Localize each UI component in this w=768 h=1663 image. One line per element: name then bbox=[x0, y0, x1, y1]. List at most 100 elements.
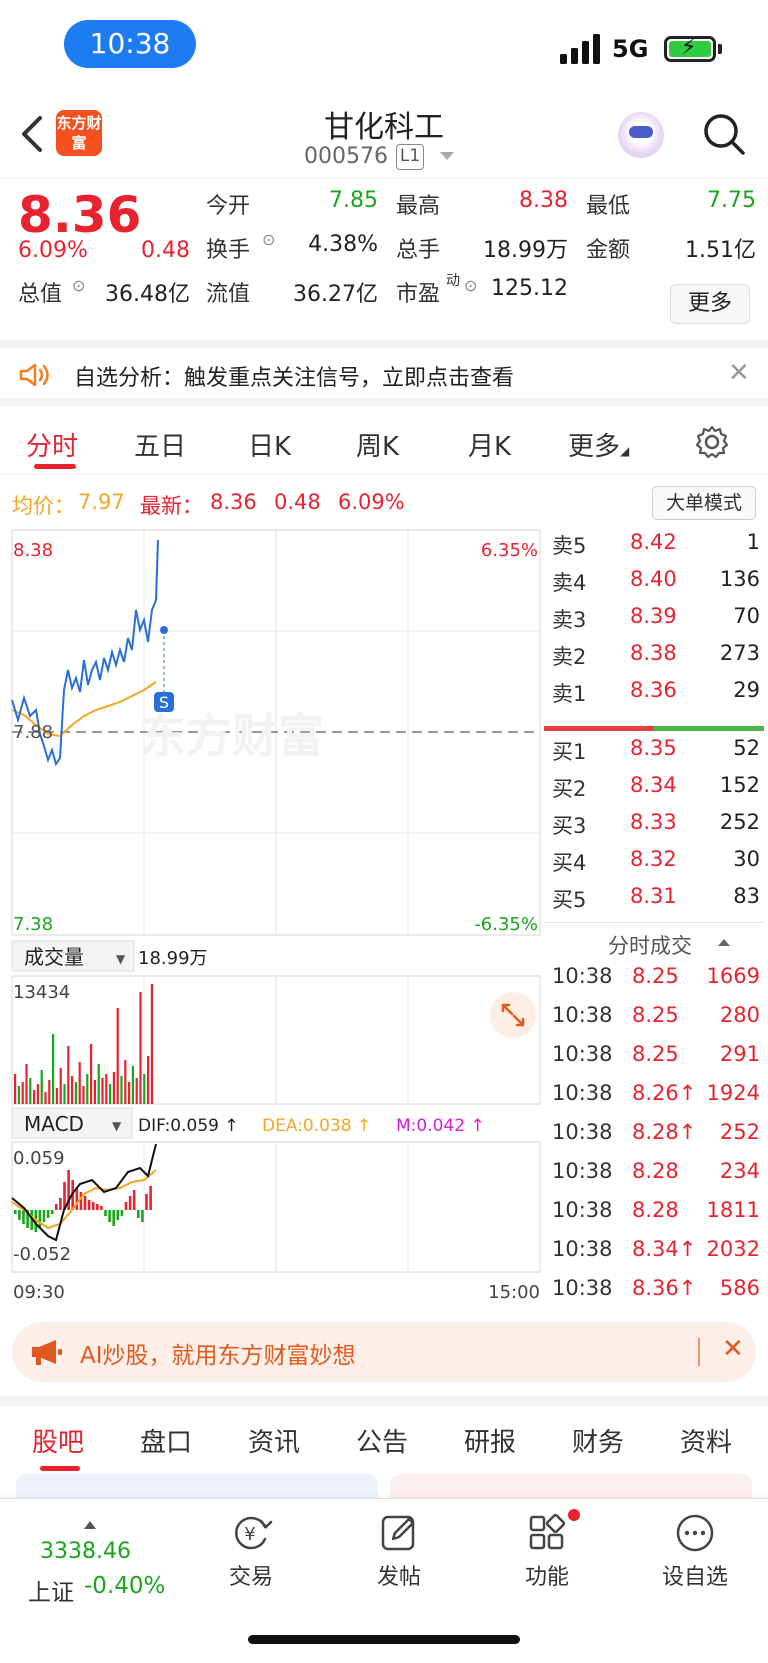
turnover-label: 换手 bbox=[206, 238, 251, 263]
section-tabs: 股吧 盘口 资讯 公告 研报 财务 资料 bbox=[0, 1396, 768, 1471]
tick-trades-title[interactable]: 分时成交 bbox=[608, 930, 692, 960]
volume-bar bbox=[93, 1080, 96, 1104]
big-order-mode-button[interactable]: 大单模式 bbox=[652, 486, 756, 520]
amount-value: 1.51亿 bbox=[685, 238, 756, 263]
peek-card[interactable] bbox=[16, 1474, 378, 1500]
macd-m: M:0.042 ↑ bbox=[396, 1116, 485, 1136]
chevron-up-icon[interactable] bbox=[84, 1521, 96, 1529]
volume-bar bbox=[21, 1082, 24, 1104]
orderbook-divider bbox=[544, 726, 764, 731]
info-icon[interactable]: ⊙ bbox=[72, 276, 85, 295]
nav-trade[interactable]: ¥ 交易 bbox=[196, 1513, 306, 1591]
macd-bar bbox=[120, 1210, 124, 1216]
index-name[interactable]: 上证 bbox=[28, 1573, 74, 1607]
expand-icon[interactable] bbox=[490, 992, 536, 1038]
tab-profile[interactable]: 资料 bbox=[680, 1422, 732, 1459]
status-time: 10:38 bbox=[64, 20, 196, 68]
ask-row: 卖2 8.38 273 bbox=[552, 641, 760, 669]
more-button[interactable]: 更多 bbox=[670, 284, 750, 324]
volume-selector-label: 成交量 bbox=[24, 945, 84, 969]
macd-dif: DIF:0.059 ↑ bbox=[138, 1116, 239, 1136]
index-value[interactable]: 3338.46 bbox=[40, 1539, 131, 1564]
signal-marker-text: S bbox=[159, 693, 169, 712]
chevron-up-icon[interactable] bbox=[718, 939, 730, 946]
macd-bar bbox=[14, 1210, 17, 1214]
volume-bar bbox=[124, 1060, 127, 1104]
change-amt: 0.48 bbox=[141, 238, 190, 263]
volume-bar bbox=[97, 1064, 100, 1104]
ask-row: 卖4 8.40 136 bbox=[552, 567, 760, 595]
avg-label: 均价： bbox=[12, 494, 75, 518]
close-icon[interactable]: ✕ bbox=[722, 1334, 744, 1364]
index-change-pct[interactable]: -0.40% bbox=[84, 1573, 165, 1599]
pe-value: 125.12 bbox=[491, 276, 568, 301]
volume-bar bbox=[116, 1008, 119, 1104]
volume-bar bbox=[150, 984, 153, 1104]
volume-bar bbox=[131, 1066, 134, 1104]
volume-bar bbox=[86, 1074, 89, 1104]
info-icon[interactable]: ⊙ bbox=[464, 276, 477, 295]
y-mid-label: 7.88 bbox=[13, 722, 53, 743]
battery-icon: ⚡ bbox=[664, 35, 716, 62]
nav-functions-label: 功能 bbox=[524, 1565, 569, 1590]
tab-financials[interactable]: 财务 bbox=[572, 1422, 624, 1459]
watermark: 东方财富 bbox=[140, 709, 324, 763]
nav-add-watchlist-label: 设自选 bbox=[661, 1565, 728, 1590]
open-value: 7.85 bbox=[329, 188, 378, 213]
search-icon[interactable] bbox=[700, 110, 748, 158]
tick-row: 10:38 8.36↑ 586 bbox=[552, 1276, 760, 1300]
latest-value: 8.36 bbox=[210, 490, 257, 514]
tab-five-day[interactable]: 五日 bbox=[134, 426, 186, 463]
volume-bar bbox=[14, 1074, 17, 1104]
notification-dot bbox=[568, 1509, 580, 1521]
nav-post[interactable]: 发帖 bbox=[344, 1513, 454, 1591]
time-start-label: 09:30 bbox=[13, 1282, 65, 1303]
time-end-label: 15:00 bbox=[488, 1282, 540, 1303]
tab-daily-k[interactable]: 日K bbox=[248, 426, 291, 463]
info-icon[interactable]: ⊙ bbox=[262, 230, 275, 249]
latest-change: 0.48 bbox=[274, 490, 321, 514]
chevron-down-icon[interactable] bbox=[440, 152, 454, 160]
settings-gear-icon[interactable] bbox=[694, 424, 730, 460]
tab-market-depth[interactable]: 盘口 bbox=[140, 1422, 192, 1459]
macd-bar bbox=[22, 1210, 25, 1224]
ai-banner[interactable]: AI炒股，就用东方财富妙想 ✕ bbox=[12, 1322, 756, 1382]
notice-bar[interactable]: 自选分析：触发重点关注信号，立即点击查看 ✕ bbox=[0, 340, 768, 406]
pe-label: 市盈 bbox=[396, 282, 441, 307]
latest-pct: 6.09% bbox=[338, 490, 405, 514]
close-icon[interactable]: ✕ bbox=[728, 358, 750, 388]
app-logo: 东方财富 bbox=[56, 110, 102, 156]
stock-code[interactable]: 000576 bbox=[304, 144, 388, 169]
ai-assistant-icon[interactable] bbox=[618, 112, 664, 158]
current-point bbox=[160, 626, 168, 634]
macd-bar bbox=[100, 1206, 103, 1210]
tab-monthly-k[interactable]: 月K bbox=[468, 426, 511, 463]
macd-bar bbox=[132, 1190, 136, 1210]
signal-icon bbox=[560, 34, 600, 64]
chevron-down-icon: ▼ bbox=[116, 952, 126, 966]
nav-add-watchlist[interactable]: 设自选 bbox=[640, 1513, 750, 1591]
macd-bar bbox=[128, 1196, 132, 1210]
tick-row: 10:38 8.28↑ 252 bbox=[552, 1120, 760, 1144]
nav-functions[interactable]: 功能 bbox=[492, 1513, 602, 1591]
back-icon[interactable] bbox=[14, 112, 54, 156]
tab-more[interactable]: 更多◢ bbox=[568, 426, 629, 463]
notice-text: 自选分析：触发重点关注信号，立即点击查看 bbox=[74, 366, 515, 391]
latest-label: 最新： bbox=[140, 494, 203, 518]
quote-panel: 8.36 6.09% 0.48 总值 ⊙ 36.48亿 今开 7.85 最高 8… bbox=[0, 180, 768, 330]
pct-max-label: 6.35% bbox=[481, 540, 538, 561]
tab-research[interactable]: 研报 bbox=[464, 1422, 516, 1459]
ai-banner-text: AI炒股，就用东方财富妙想 bbox=[80, 1343, 356, 1369]
tab-intraday[interactable]: 分时 bbox=[26, 426, 78, 463]
pe-dynamic-mark: 动 bbox=[446, 273, 460, 289]
tab-weekly-k[interactable]: 周K bbox=[356, 426, 399, 463]
stock-name: 甘化科工 bbox=[324, 110, 444, 145]
volume-bar bbox=[120, 1076, 123, 1104]
tab-announcements[interactable]: 公告 bbox=[356, 1422, 408, 1459]
peek-card[interactable] bbox=[390, 1474, 752, 1500]
macd-bar bbox=[116, 1210, 120, 1220]
macd-bar bbox=[112, 1210, 115, 1226]
intraday-chart[interactable]: 东方财富 S 8.38 7.88 7.38 6.35% -6.35% 成交量 ▼… bbox=[0, 520, 548, 1310]
tab-news[interactable]: 资讯 bbox=[248, 1422, 300, 1459]
tab-forum[interactable]: 股吧 bbox=[32, 1422, 84, 1459]
